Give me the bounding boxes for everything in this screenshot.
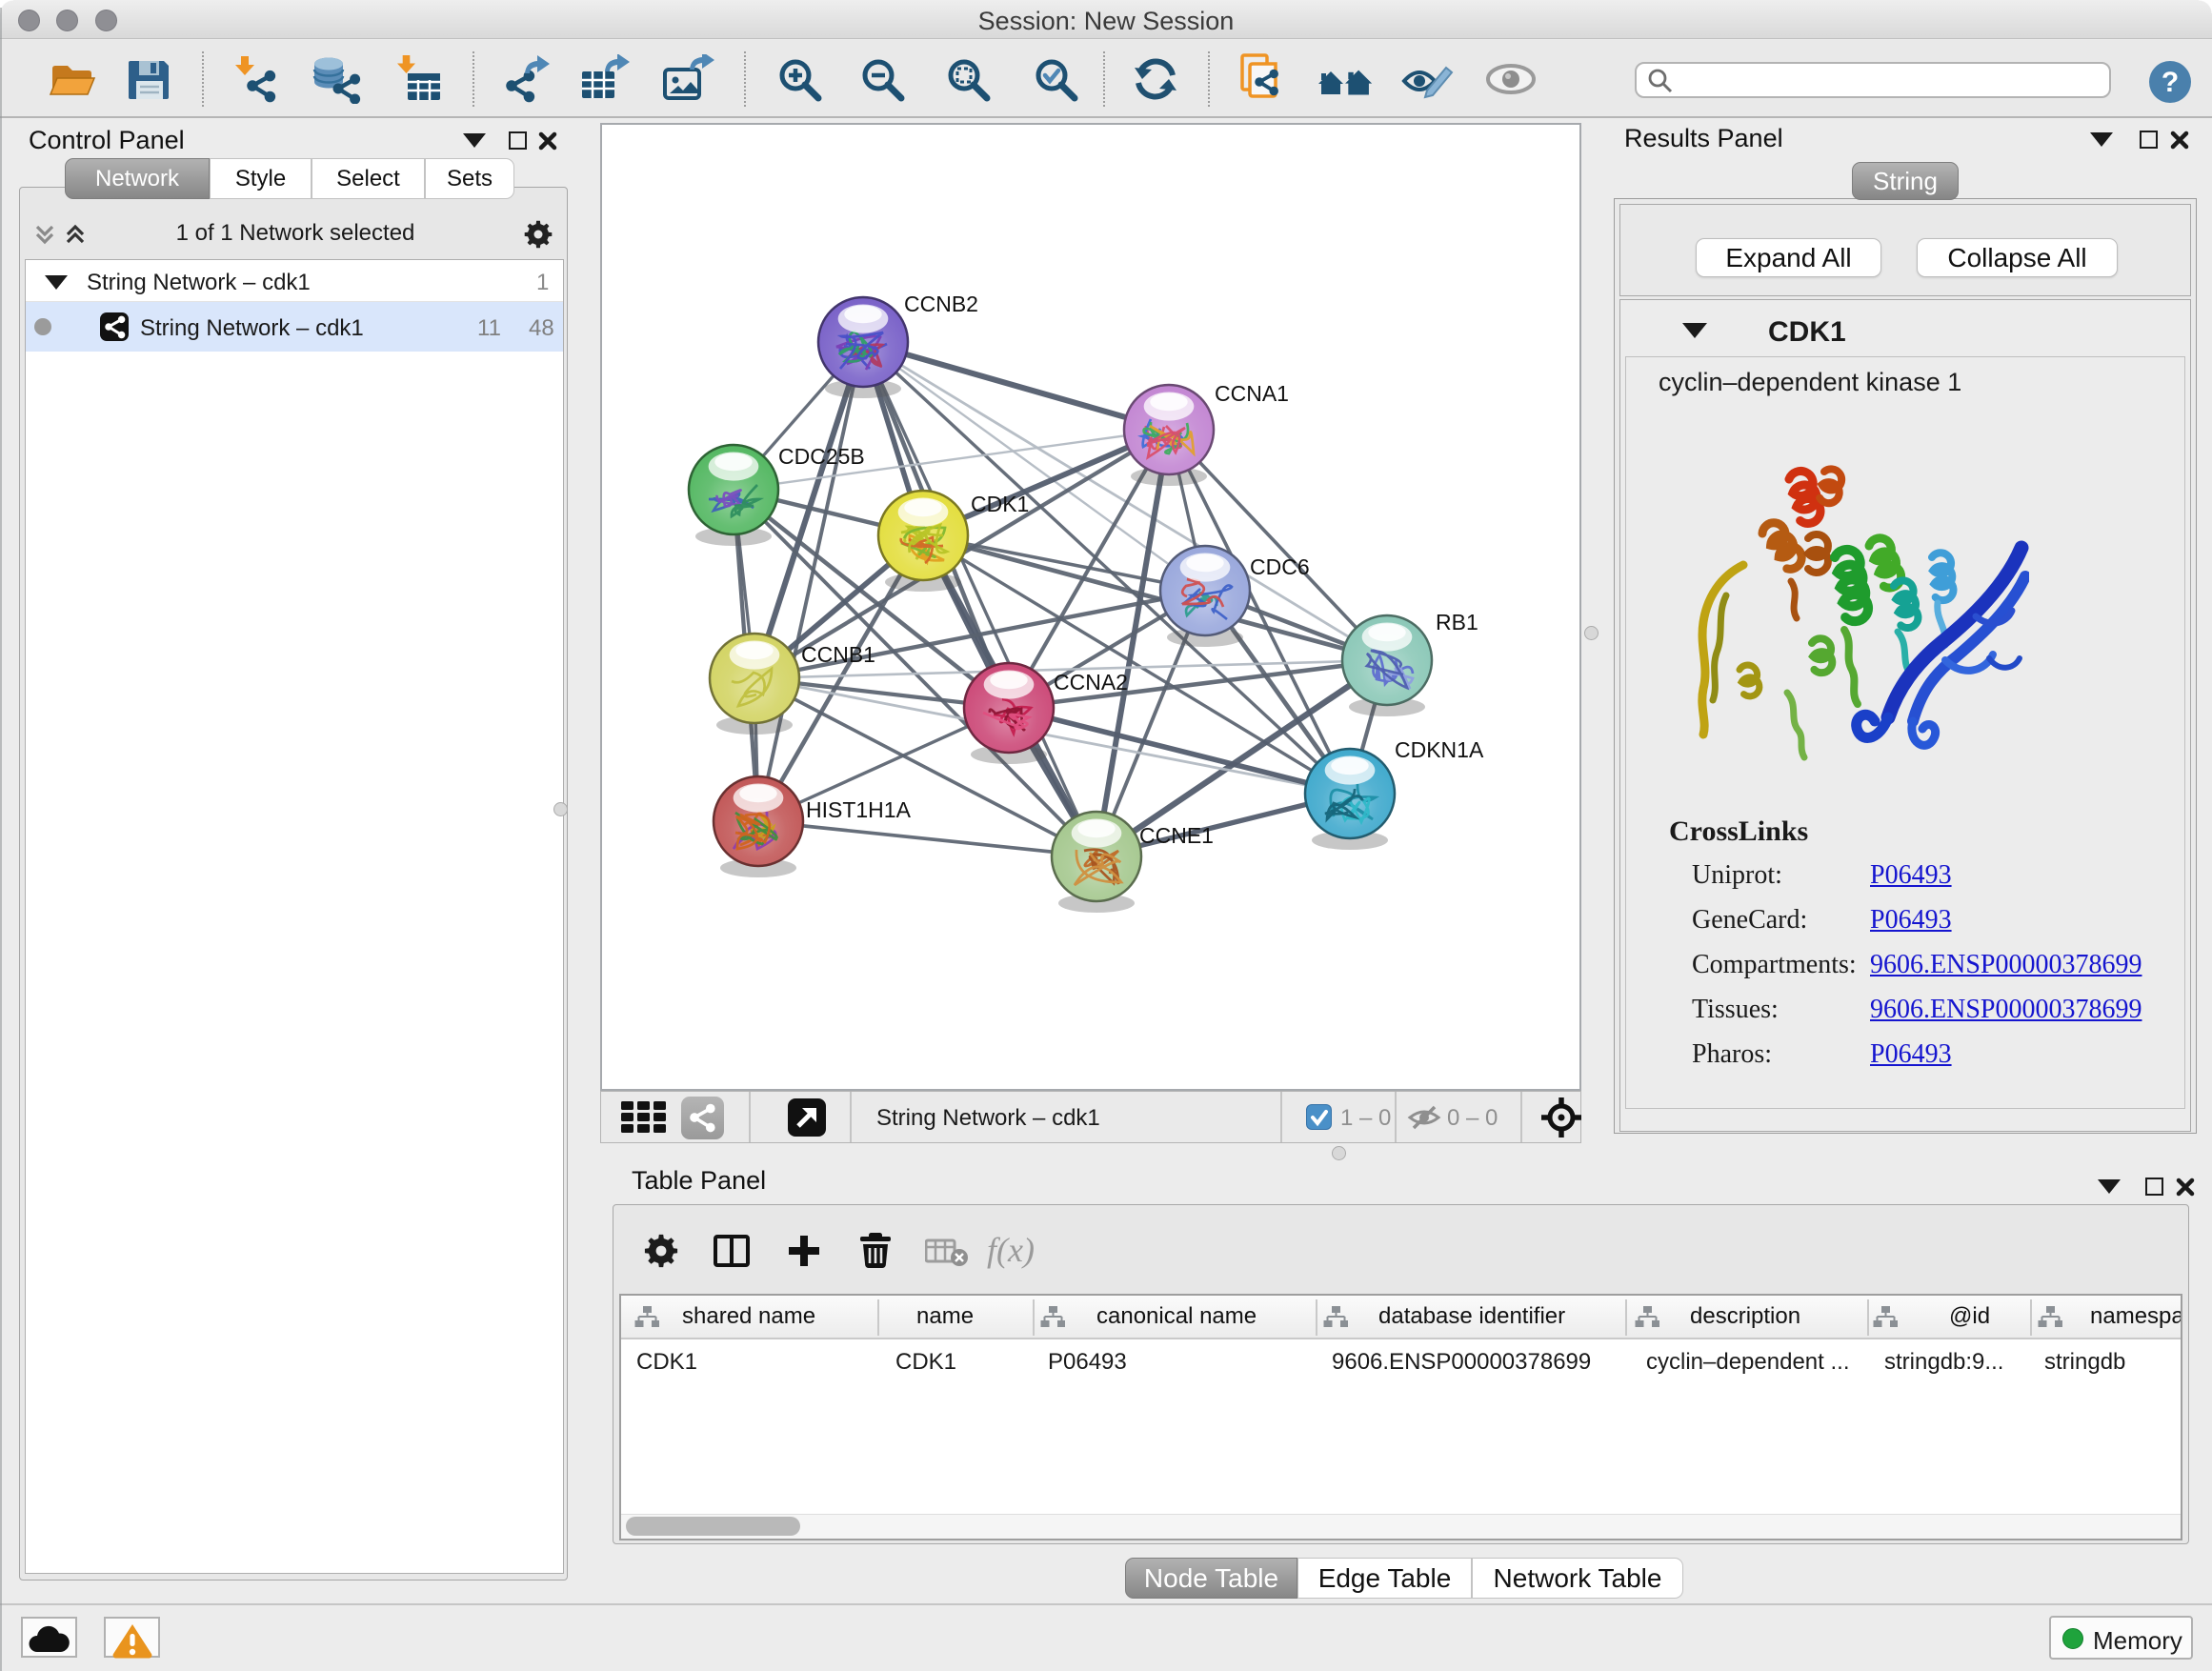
svg-text:CDK1: CDK1	[971, 492, 1029, 516]
svg-text:CCNB2: CCNB2	[904, 292, 978, 316]
svg-text:?: ?	[2162, 67, 2179, 98]
svg-text:RB1: RB1	[1436, 610, 1478, 634]
svg-text:CCNA1: CCNA1	[1215, 381, 1289, 406]
svg-text:CDKN1A: CDKN1A	[1395, 737, 1484, 762]
svg-text:CCNB1: CCNB1	[801, 642, 875, 667]
svg-text:CDC25B: CDC25B	[778, 444, 865, 469]
svg-text:CDC6: CDC6	[1250, 554, 1310, 579]
svg-text:CCNE1: CCNE1	[1139, 823, 1214, 848]
svg-text:HIST1H1A: HIST1H1A	[806, 797, 912, 822]
svg-text:CCNA2: CCNA2	[1054, 670, 1128, 695]
